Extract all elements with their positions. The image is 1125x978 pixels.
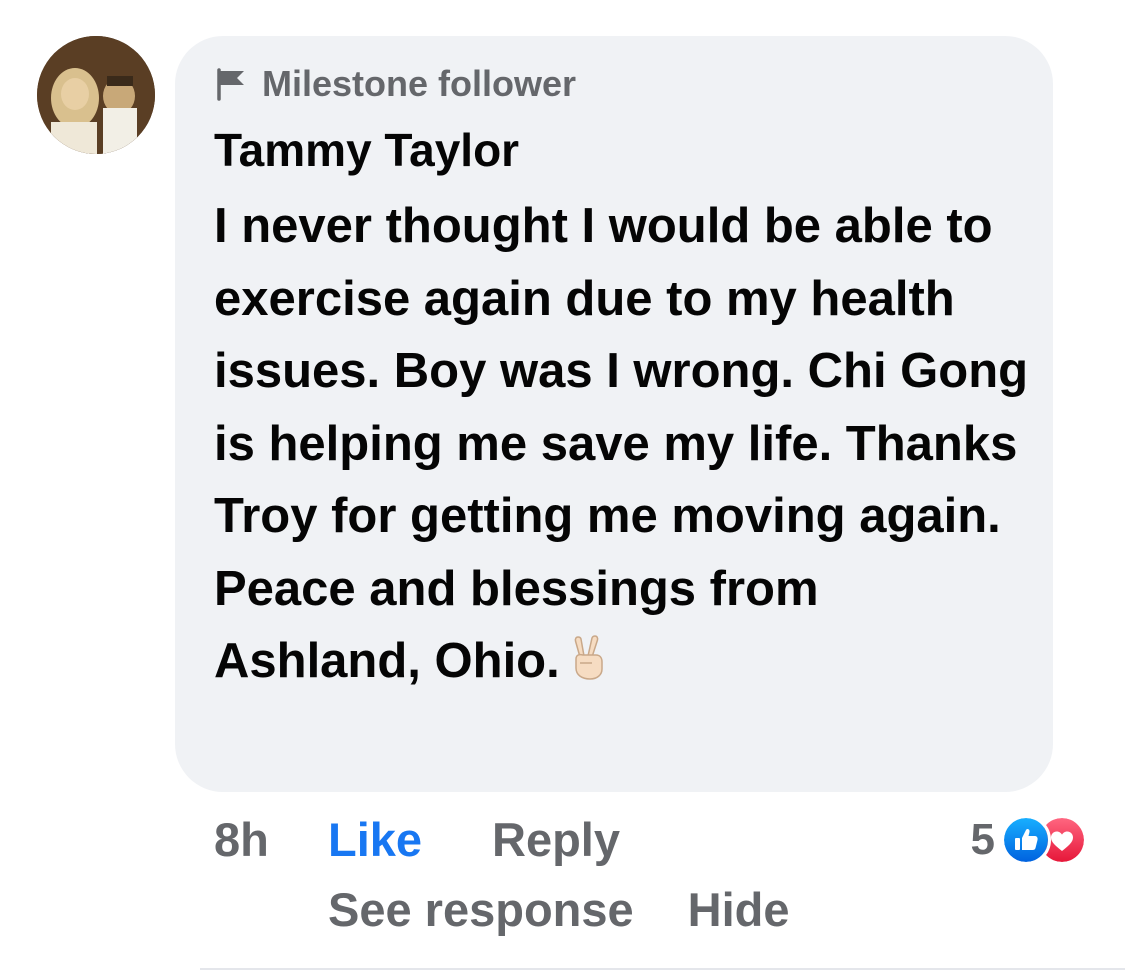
victory-hand-icon — [574, 635, 603, 680]
comment-text: I never thought I would be able to exerc… — [214, 190, 1034, 698]
flag-icon — [217, 68, 244, 101]
milestone-badge: Milestone follower — [214, 64, 576, 104]
comment-body: I never thought I would be able to exerc… — [214, 199, 1029, 688]
comment-secondary-actions: See response Hide — [328, 882, 790, 938]
avatar[interactable] — [37, 36, 155, 154]
like-reaction-icon — [1001, 815, 1051, 865]
author-name[interactable]: Tammy Taylor — [214, 122, 519, 178]
badge-label: Milestone follower — [262, 63, 577, 104]
divider — [200, 968, 1125, 970]
hide-button[interactable]: Hide — [688, 882, 790, 938]
see-response-button[interactable]: See response — [328, 882, 634, 938]
comment-actions: 8h Like Reply — [214, 812, 620, 868]
avatar-photo — [37, 36, 155, 154]
reply-button[interactable]: Reply — [492, 812, 620, 868]
reaction-summary[interactable]: 5 — [971, 812, 1087, 868]
reaction-count: 5 — [970, 815, 995, 864]
like-button[interactable]: Like — [328, 812, 492, 868]
comment-timestamp[interactable]: 8h — [214, 812, 328, 868]
